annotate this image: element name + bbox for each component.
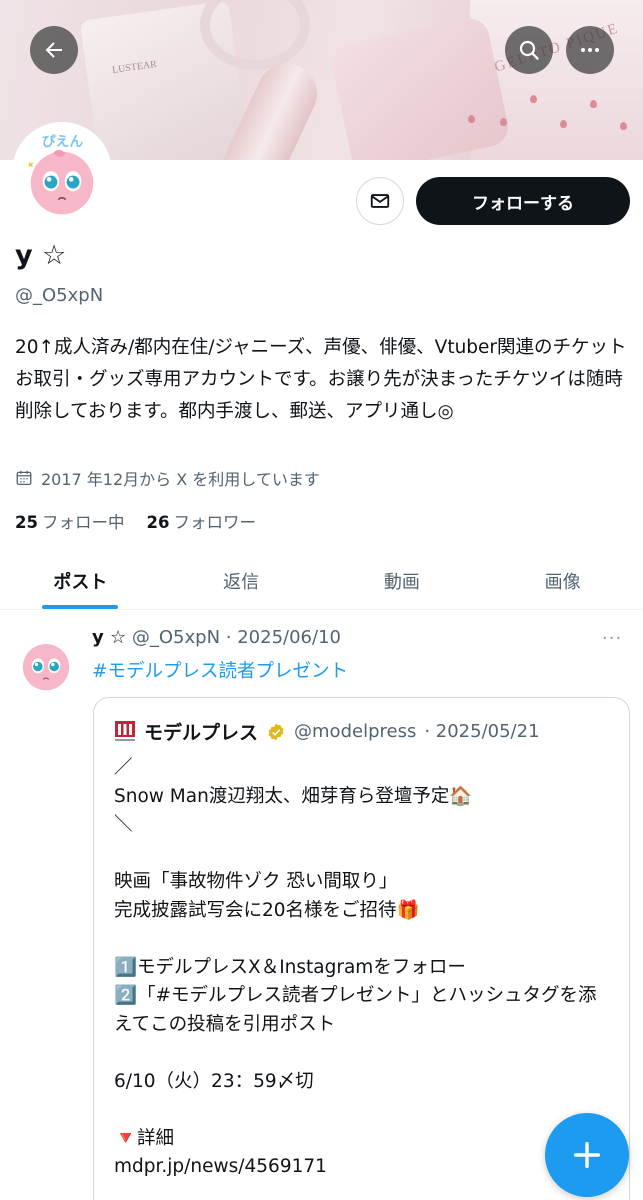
profile-handle: @_O5xpN bbox=[15, 285, 104, 306]
strawberry-icon bbox=[590, 100, 597, 108]
verified-badge-icon bbox=[268, 723, 284, 740]
follow-button[interactable]: フォローする bbox=[416, 177, 630, 225]
plus-icon bbox=[573, 1141, 601, 1169]
message-button[interactable] bbox=[356, 177, 404, 225]
more-options-button[interactable] bbox=[566, 26, 614, 74]
back-button[interactable] bbox=[30, 26, 78, 74]
tab-images[interactable]: 画像 bbox=[482, 552, 643, 609]
strawberry-icon bbox=[530, 95, 537, 103]
strawberry-icon bbox=[620, 122, 627, 130]
joined-text: 2017 年12月から X を利用しています bbox=[41, 470, 320, 489]
calendar-icon bbox=[16, 470, 32, 486]
tab-label: 画像 bbox=[544, 571, 581, 593]
quoted-post-header: モデルプレス @modelpress · 2025/05/21 bbox=[114, 718, 540, 745]
strawberry-icon bbox=[468, 115, 475, 123]
search-icon bbox=[519, 40, 539, 60]
follow-counts: 25 フォロー中 26 フォロワー bbox=[15, 509, 256, 533]
profile-avatar[interactable]: ぴえん bbox=[12, 122, 112, 222]
followers-label: フォロワー bbox=[173, 513, 256, 532]
quoted-post-date: · 2025/05/21 bbox=[424, 721, 540, 742]
following-count: 25 bbox=[15, 513, 38, 532]
tab-label: 動画 bbox=[383, 571, 420, 593]
following-link[interactable]: 25 フォロー中 bbox=[15, 509, 124, 533]
post-author-avatar[interactable] bbox=[12, 625, 80, 693]
followers-count: 26 bbox=[146, 513, 170, 532]
post-author-name[interactable]: y ☆ bbox=[92, 627, 126, 648]
post-header: y ☆ @_O5xpN · 2025/06/10 bbox=[92, 627, 341, 648]
active-tab-indicator bbox=[42, 605, 119, 609]
profile-bio: 20↑成人済み/都内在住/ジャニーズ、声優、俳優、Vtuber関連のチケットお取… bbox=[15, 337, 627, 422]
quoted-author-name: モデルプレス bbox=[144, 722, 259, 744]
tab-replies[interactable]: 返信 bbox=[161, 552, 322, 609]
jigglypuff-avatar-image bbox=[12, 625, 80, 693]
avatar-caption: ぴえん bbox=[42, 134, 84, 150]
modelpress-logo-icon bbox=[114, 720, 136, 744]
search-button[interactable] bbox=[505, 26, 553, 74]
quoted-post[interactable]: モデルプレス @modelpress · 2025/05/21 ／ Snow M… bbox=[93, 697, 630, 1200]
tab-label: ポスト bbox=[53, 571, 108, 593]
post-author-handle[interactable]: @_O5xpN bbox=[132, 627, 220, 648]
profile-display-name: y ☆ bbox=[15, 240, 67, 271]
quoted-post-text: ／ Snow Man渡辺翔太、畑芽育ら登壇予定🏠 ＼ 映画「事故物件ゾク 恐い間… bbox=[114, 757, 597, 1177]
followers-link[interactable]: 26 フォロワー bbox=[146, 509, 255, 533]
arrow-left-icon bbox=[45, 42, 62, 58]
envelope-icon bbox=[370, 194, 390, 208]
more-horizontal-icon bbox=[581, 48, 599, 52]
strawberry-icon bbox=[500, 118, 507, 126]
tab-videos[interactable]: 動画 bbox=[322, 552, 483, 609]
post-more-button[interactable]: ··· bbox=[602, 628, 622, 649]
following-label: フォロー中 bbox=[41, 513, 125, 532]
tab-posts[interactable]: ポスト bbox=[0, 552, 161, 609]
compose-post-button[interactable] bbox=[545, 1113, 629, 1197]
quoted-author-handle: @modelpress bbox=[294, 721, 417, 742]
joined-date: 2017 年12月から X を利用しています bbox=[15, 466, 320, 490]
post-date[interactable]: · 2025/06/10 bbox=[226, 627, 341, 648]
strawberry-icon bbox=[560, 120, 567, 128]
post-hashtag-link[interactable]: #モデルプレス読者プレゼント bbox=[92, 657, 348, 683]
banner-decoration bbox=[328, 14, 512, 160]
jigglypuff-avatar-image: ぴえん bbox=[16, 126, 108, 218]
tab-label: 返信 bbox=[223, 571, 260, 593]
profile-tabs: ポスト 返信 動画 画像 bbox=[0, 552, 643, 610]
